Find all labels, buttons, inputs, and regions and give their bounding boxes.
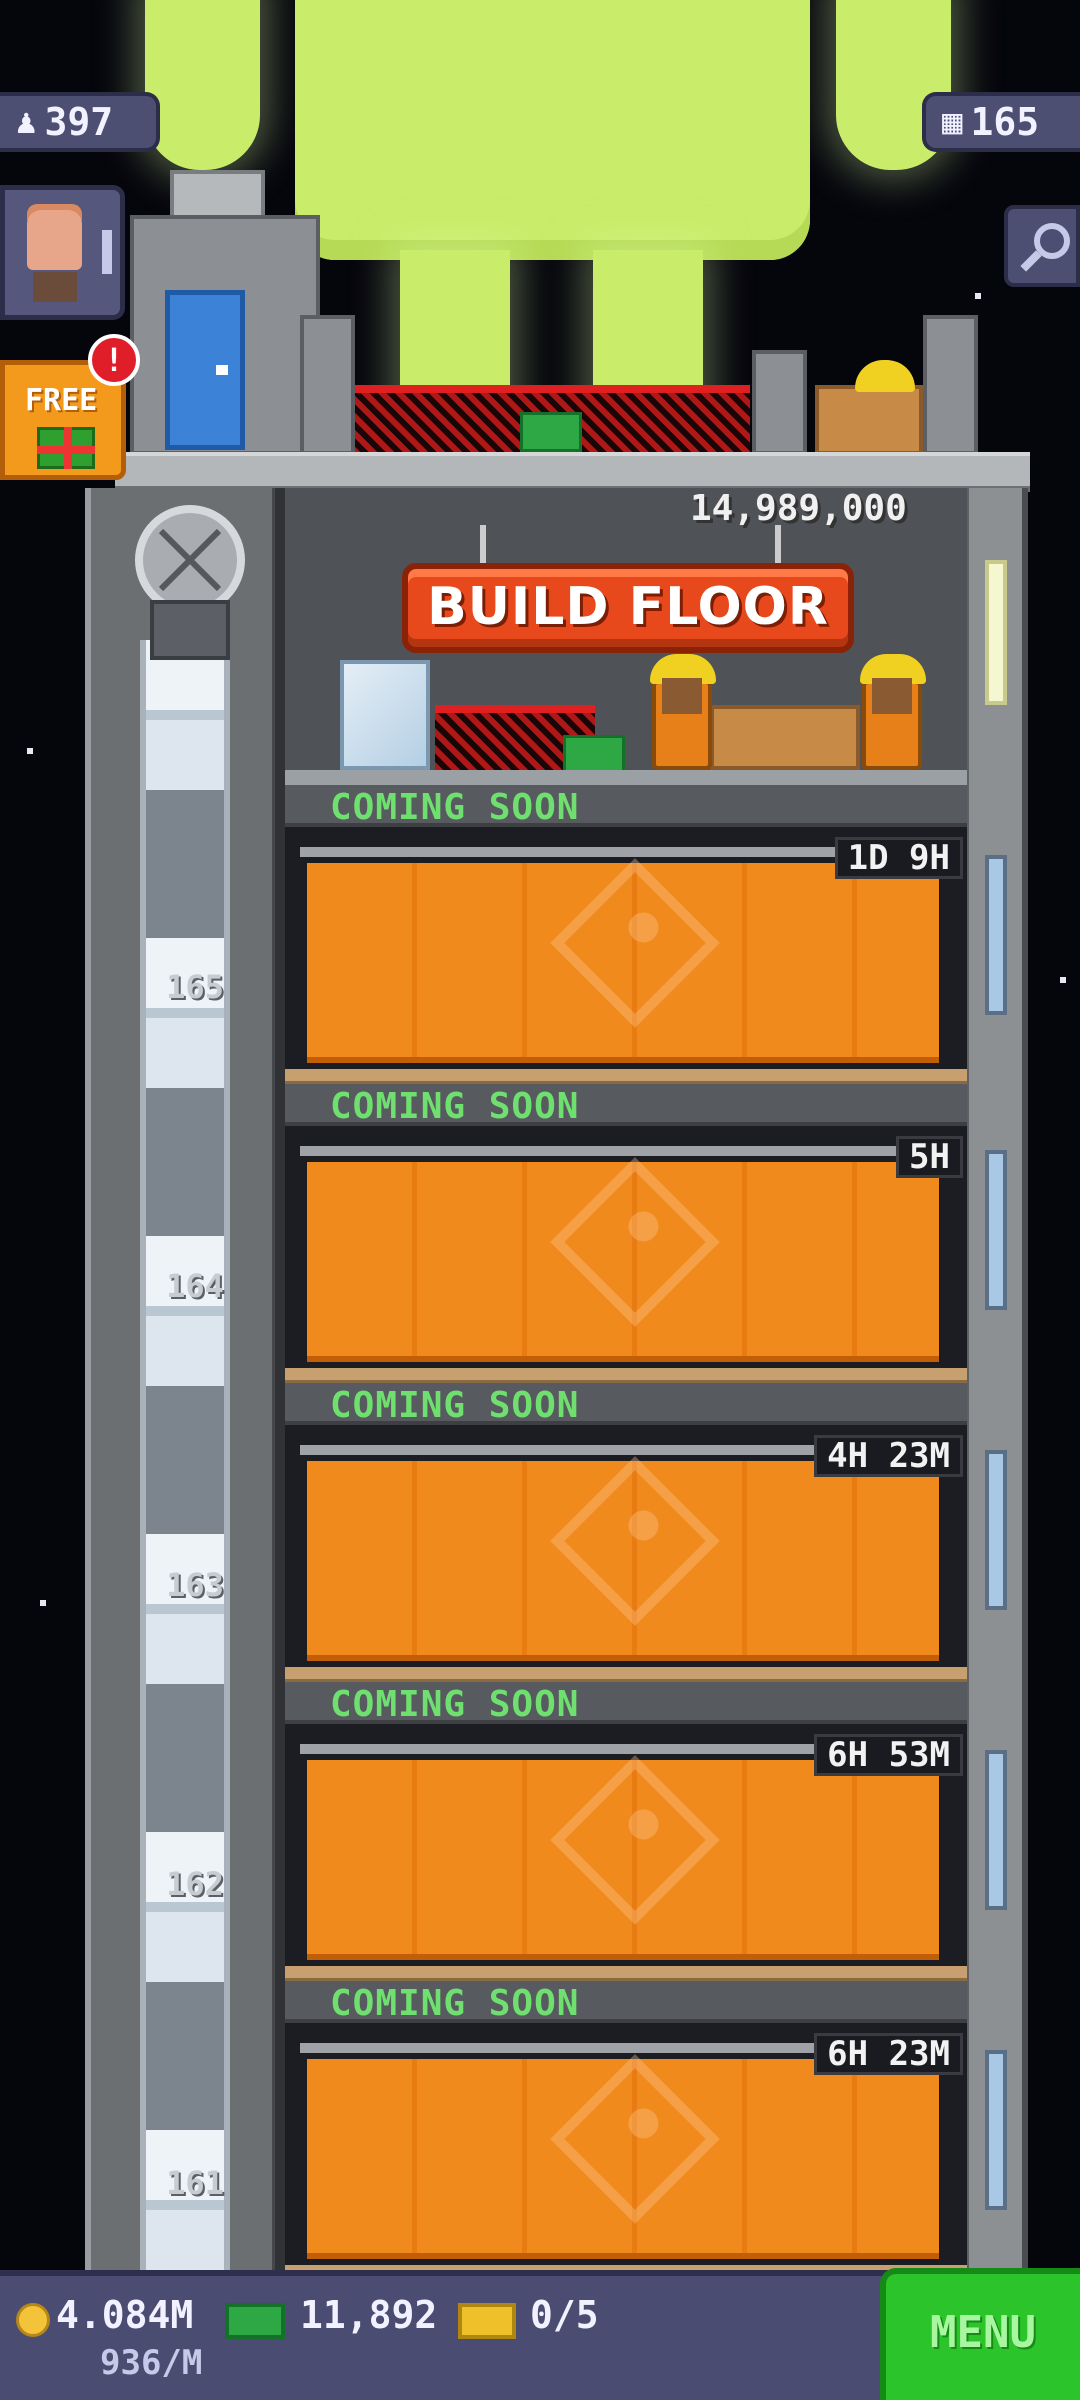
floor-base [285, 1667, 967, 1683]
floor-status: COMING SOON [330, 1983, 580, 2024]
floor-header: COMING SOON [285, 1383, 967, 1426]
coin-icon [16, 2303, 50, 2337]
floor-header: COMING SOON [285, 1981, 967, 2024]
floor-base [285, 1069, 967, 1085]
coin-rate: 936/M [100, 2343, 203, 2383]
bux-balance: 11,892 [300, 2293, 438, 2337]
alert-badge: ! [88, 334, 140, 386]
floor-status: COMING SOON [330, 1684, 580, 1725]
roof-ledge [115, 452, 1030, 492]
roof-door[interactable] [165, 290, 245, 450]
menu-button[interactable]: MENU [880, 2268, 1080, 2400]
building-outer-wall [965, 488, 1028, 2278]
elevator-floor-number: 165 [166, 968, 224, 1006]
floor-163[interactable]: COMING SOON 4H 23M [285, 1383, 967, 1683]
elevator-floor-number: 163 [166, 1566, 224, 1604]
wall-window [985, 1450, 1007, 1610]
elevator-motor-icon [135, 505, 245, 615]
wall-light [985, 560, 1007, 705]
gift-icon [37, 427, 95, 469]
bitizen-portrait-button[interactable] [0, 185, 125, 320]
construction-worker[interactable] [650, 654, 716, 770]
roof-post [923, 315, 978, 455]
construction-timer: 6H 23M [814, 2033, 963, 2075]
construction-timer: 5H [896, 1136, 963, 1178]
population-counter[interactable]: ♟ 397 [0, 92, 160, 152]
construction-timer: 1D 9H [834, 837, 963, 879]
coin-balance: 4.084M [56, 2293, 194, 2337]
magnifier-handle [1020, 250, 1042, 272]
glass-pane [340, 660, 430, 770]
android-mascot [295, 0, 810, 260]
wall-window [985, 1750, 1007, 1910]
elevator-floor-number: 161 [166, 2164, 224, 2202]
person-icon: ♟ [16, 102, 37, 142]
build-cost: 14,989,000 [690, 488, 907, 529]
elevator-car[interactable] [150, 600, 230, 660]
elevator-floor-number: 164 [166, 1267, 224, 1305]
wall-window [985, 1150, 1007, 1310]
roof-post [300, 315, 355, 455]
elevator-floor-number: 162 [166, 1865, 224, 1903]
avatar [27, 210, 82, 270]
construction-worker[interactable] [860, 654, 926, 770]
floor-base [285, 1368, 967, 1384]
curtain-rail [300, 1146, 950, 1156]
floor-header: COMING SOON [285, 785, 967, 828]
construction-timer: 6H 53M [814, 1734, 963, 1776]
floor-header: COMING SOON [285, 1682, 967, 1725]
building-icon: ▦ [942, 102, 963, 142]
tower-bux-icon [225, 2303, 285, 2339]
build-crate [710, 705, 860, 770]
wall-window [985, 855, 1007, 1015]
android-left-arm [145, 0, 260, 170]
worker-head [872, 678, 912, 714]
worker-head [662, 678, 702, 714]
floor-status: COMING SOON [330, 787, 580, 828]
roof-vent [170, 170, 265, 220]
floor-161[interactable]: COMING SOON 6H 23M [285, 1981, 967, 2281]
floor-162[interactable]: COMING SOON 6H 53M [285, 1682, 967, 1982]
wall-window [985, 2050, 1007, 2210]
sign-hanger [480, 525, 486, 565]
floor-header: COMING SOON [285, 1084, 967, 1127]
zoom-button[interactable] [1004, 205, 1080, 287]
avatar-body [33, 272, 77, 302]
floor-counter[interactable]: ▦ 165 [922, 92, 1080, 152]
elevator-track[interactable] [140, 640, 230, 2278]
floor-status: COMING SOON [330, 1086, 580, 1127]
sign-hanger [775, 525, 781, 565]
free-label: FREE [25, 383, 98, 418]
roof-crate [815, 385, 923, 455]
hardhat-icon [855, 360, 915, 392]
floor-count-value: 165 [970, 100, 1040, 144]
toolbox-icon [520, 412, 582, 452]
construction-timer: 4H 23M [814, 1435, 963, 1477]
ticket-count: 0/5 [530, 2293, 599, 2337]
build-floor-button[interactable]: BUILD FLOOR [402, 563, 854, 653]
population-value: 397 [44, 100, 114, 144]
floor-165[interactable]: COMING SOON 1D 9H [285, 785, 967, 1085]
roof-post [752, 350, 807, 455]
floor-164[interactable]: COMING SOON 5H [285, 1084, 967, 1384]
floor-base [285, 1966, 967, 1982]
ticket-icon [458, 2303, 516, 2339]
floor-status: COMING SOON [330, 1385, 580, 1426]
notification-mark-icon [102, 230, 112, 274]
toolbox-icon [563, 735, 625, 775]
